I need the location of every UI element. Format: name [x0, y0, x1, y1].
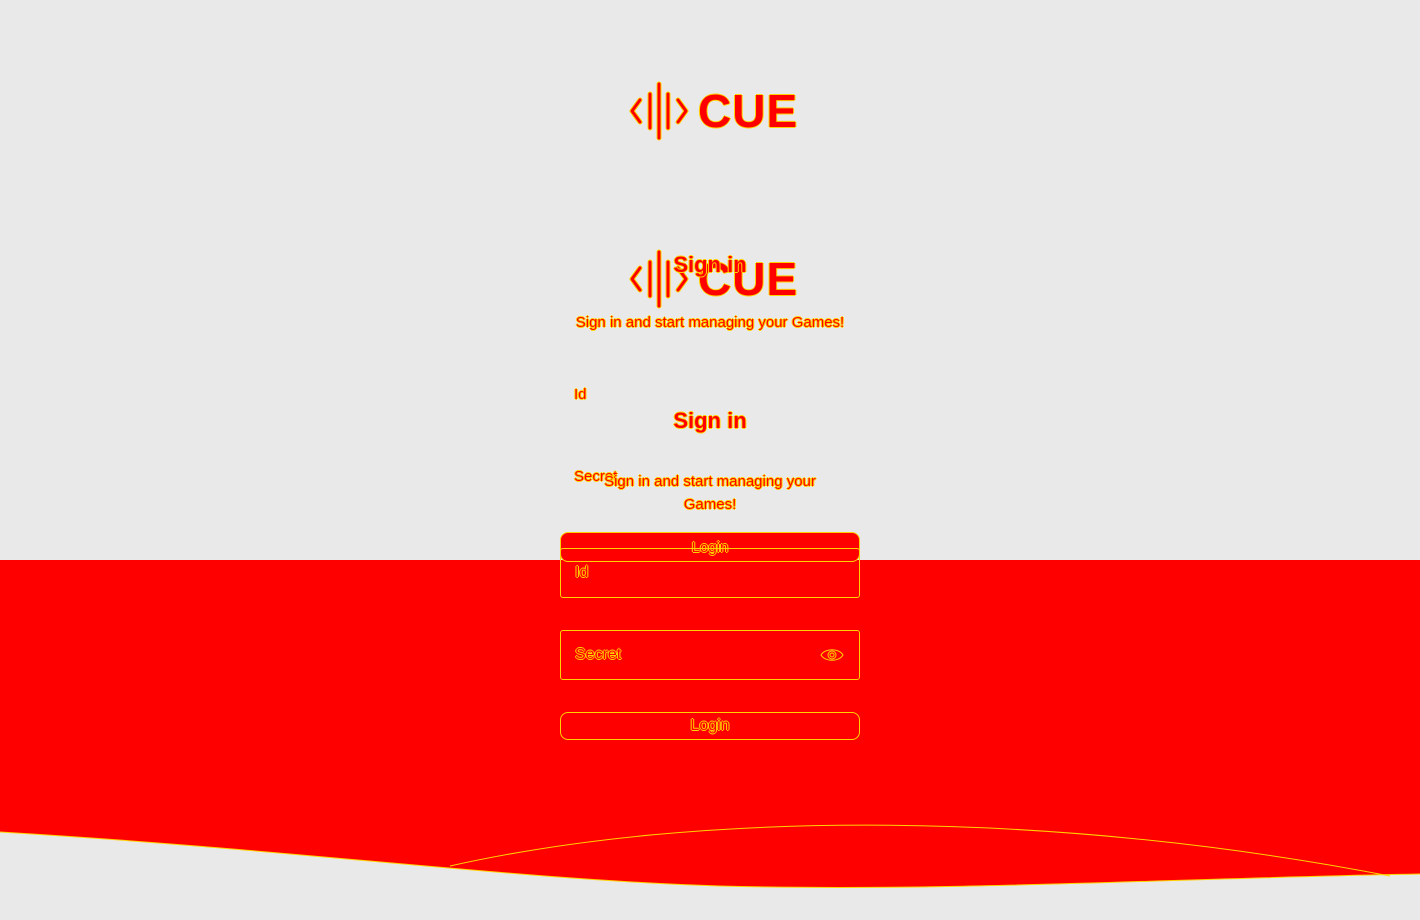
secret-field[interactable]	[560, 630, 860, 680]
logo-top: CUE	[628, 80, 798, 142]
brand-name: CUE	[698, 85, 799, 137]
red-band	[0, 560, 1420, 920]
ghost-title: Sign in	[673, 252, 747, 277]
login-button[interactable]: Login	[560, 712, 860, 740]
page-title: Sign in	[673, 408, 747, 433]
ghost-id-label: Id	[574, 386, 587, 403]
page-subtitle: Sign in and start managing your Games!	[604, 473, 816, 513]
secret-input[interactable]	[575, 646, 819, 664]
login-page: CUE CUE Sign in Sign in and start managi…	[0, 0, 1420, 920]
cue-logo-icon	[628, 80, 690, 142]
eye-icon[interactable]	[819, 645, 845, 665]
ghost-subtitle: Sign in and start managing your Games!	[575, 314, 845, 331]
login-button-label: Login	[690, 717, 730, 734]
id-input[interactable]	[575, 564, 845, 582]
id-field[interactable]	[560, 548, 860, 598]
